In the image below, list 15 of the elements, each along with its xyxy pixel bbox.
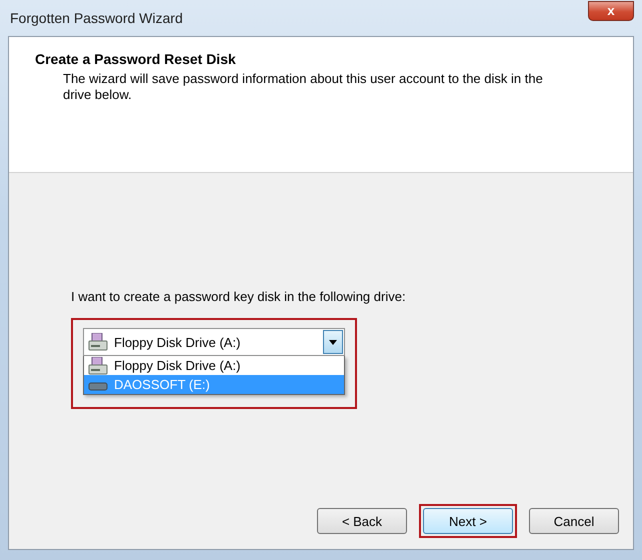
close-button[interactable]: x (588, 1, 634, 21)
page-heading: Create a Password Reset Disk (35, 51, 237, 67)
floppy-drive-icon (88, 356, 108, 374)
selected-drive: Floppy Disk Drive (A:) (114, 334, 242, 350)
window-title: Forgotten Password Wizard (9, 10, 183, 26)
page-description: The wizard will save password information about this user account to the disk in the drive below. (62, 71, 543, 103)
wizard-button[interactable]: < Back (317, 508, 407, 534)
drive-option[interactable]: Floppy Disk Drive (A:) (84, 356, 344, 375)
wizard-button[interactable]: Cancel (529, 508, 619, 534)
floppy-drive-icon (88, 333, 108, 351)
dropdown-button[interactable] (323, 330, 343, 354)
wizard-button[interactable]: Next > (423, 508, 513, 534)
drive-select[interactable]: Floppy Disk Drive (A:) (83, 328, 345, 356)
drive-prompt: I want to create a password key disk in the following drive: (71, 289, 407, 304)
caret-icon (329, 340, 337, 344)
